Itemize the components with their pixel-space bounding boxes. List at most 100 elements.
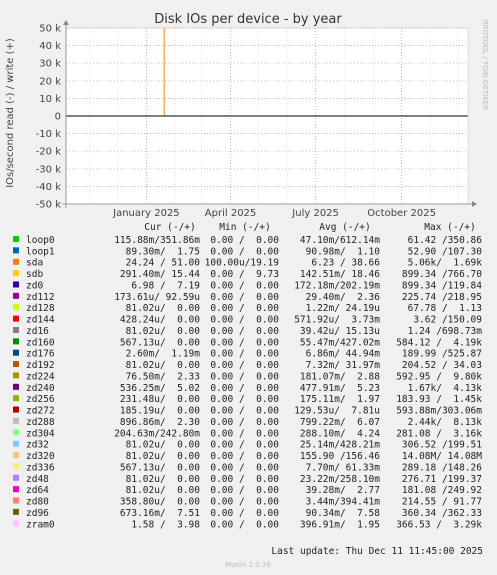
legend-cur-value: 1.58 / 3.98 bbox=[131, 519, 200, 530]
legend-min-value: 0.00 / 0.00 bbox=[210, 326, 279, 337]
legend-series-name: zram0 bbox=[26, 519, 55, 530]
chart-title: Disk IOs per device - by year bbox=[154, 12, 342, 27]
legend-cur-value: 536.25m/ 5.02 bbox=[120, 383, 200, 394]
legend-cur-value: 81.02u/ 0.00 bbox=[126, 451, 201, 462]
legend-max-value: 61.42 /350.86 bbox=[408, 235, 483, 246]
legend-series-name: zd224 bbox=[26, 371, 55, 382]
legend-swatch bbox=[13, 429, 19, 436]
legend-min-value: 0.00 / 0.00 bbox=[210, 497, 279, 508]
y-tick-label: 50 k bbox=[39, 24, 61, 35]
legend-series-name: zd160 bbox=[26, 337, 55, 348]
legend-max-value: 5.06k/ 1.69k bbox=[408, 258, 483, 269]
legend-series-name: zd0 bbox=[26, 280, 43, 291]
legend-max-value: 214.55 / 91.77 bbox=[402, 497, 482, 508]
legend-header-cell: Cur (-/+) bbox=[144, 222, 195, 233]
legend-cur-value: 81.02u/ 0.00 bbox=[126, 474, 201, 485]
legend-series-name: zd336 bbox=[26, 462, 55, 473]
legend-cur-value: 81.02u/ 0.00 bbox=[126, 440, 201, 451]
legend-max-value: 14.08M/ 14.08M bbox=[402, 451, 482, 462]
legend-header-cell: Max (-/+) bbox=[424, 222, 475, 233]
legend-series-name: zd272 bbox=[26, 406, 55, 417]
legend-series-name: zd176 bbox=[26, 349, 55, 360]
y-tick-label: -20 k bbox=[36, 147, 62, 158]
legend-min-value: 0.00 / 0.00 bbox=[210, 303, 279, 314]
legend-min-value: 0.00 / 0.00 bbox=[210, 440, 279, 451]
legend-series-name: zd288 bbox=[26, 417, 55, 428]
y-axis-label: IOs/second read (-) / write (+) bbox=[5, 38, 16, 188]
legend-swatch bbox=[13, 281, 19, 288]
legend-max-value: 899.34 /119.84 bbox=[402, 280, 482, 291]
legend-avg-value: 129.53u/ 7.81u bbox=[294, 406, 380, 417]
legend-avg-value: 47.10m/612.14m bbox=[300, 235, 380, 246]
legend-swatch bbox=[13, 304, 19, 311]
legend-max-value: 593.88m/303.06m bbox=[396, 406, 482, 417]
y-tick-label: 30 k bbox=[39, 59, 61, 70]
x-tick-label: October 2025 bbox=[367, 208, 436, 219]
legend-series-name: zd112 bbox=[26, 292, 55, 303]
legend-min-value: 0.00 / 0.00 bbox=[210, 428, 279, 439]
legend-cur-value: 567.13u/ 0.00 bbox=[120, 462, 200, 473]
legend-min-value: 0.00 / 0.00 bbox=[210, 315, 279, 326]
legend-avg-value: 7.70m/ 61.33m bbox=[306, 462, 381, 473]
legend-series-name: zd304 bbox=[26, 428, 55, 439]
legend-swatch bbox=[13, 463, 19, 470]
y-tick-label: 40 k bbox=[39, 41, 61, 52]
legend-avg-value: 90.34m/ 7.58 bbox=[306, 508, 381, 519]
legend-series-name: zd128 bbox=[26, 303, 55, 314]
legend-avg-value: 175.11m/ 1.97 bbox=[300, 394, 380, 405]
legend-cur-value: 115.88m/351.86m bbox=[114, 235, 200, 246]
legend-header-cell: Min (-/+) bbox=[219, 222, 270, 233]
legend-max-value: 1.67k/ 4.13k bbox=[408, 383, 483, 394]
legend-cur-value: 81.02u/ 0.00 bbox=[126, 326, 201, 337]
legend-cur-value: 173.61u/ 92.59u bbox=[114, 292, 200, 303]
legend-swatch bbox=[13, 486, 19, 493]
legend-swatch bbox=[13, 247, 19, 254]
y-tick-label: 20 k bbox=[39, 76, 61, 87]
legend-series-name: zd144 bbox=[26, 315, 55, 326]
legend-cur-value: 81.02u/ 0.00 bbox=[126, 485, 201, 496]
legend-max-value: 3.62 /150.09 bbox=[413, 315, 482, 326]
legend-avg-value: 7.32m/ 31.97m bbox=[306, 360, 381, 371]
legend-max-value: 584.12 / 4.19k bbox=[396, 337, 482, 348]
legend-swatch bbox=[13, 474, 19, 481]
legend-avg-value: 799.22m/ 6.07 bbox=[300, 417, 380, 428]
legend-max-value: 366.53 / 3.29k bbox=[396, 519, 482, 530]
legend-cur-value: 81.02u/ 0.00 bbox=[126, 303, 201, 314]
legend-swatch bbox=[13, 338, 19, 345]
legend-avg-value: 90.98m/ 1.10 bbox=[306, 246, 381, 257]
legend-swatch bbox=[13, 349, 19, 356]
legend-avg-value: 25.14m/428.21m bbox=[300, 440, 380, 451]
legend-max-value: 281.08 / 3.16k bbox=[396, 428, 482, 439]
legend-series-name: sda bbox=[26, 258, 43, 269]
legend-avg-value: 155.90 /156.46 bbox=[300, 451, 380, 462]
legend-swatch bbox=[13, 258, 19, 265]
legend-max-value: 2.44k/ 8.13k bbox=[408, 417, 483, 428]
legend-swatch bbox=[13, 395, 19, 402]
legend-max-value: 306.52 /199.51 bbox=[402, 440, 482, 451]
legend-cur-value: 567.13u/ 0.00 bbox=[120, 337, 200, 348]
rrdtool-credit: RRDTOOL / TOBI OETIKER bbox=[481, 20, 489, 110]
x-tick-label: July 2025 bbox=[291, 208, 339, 219]
legend-series-name: zd48 bbox=[26, 474, 49, 485]
legend-swatch bbox=[13, 326, 19, 333]
y-tick-label: -40 k bbox=[36, 182, 62, 193]
legend-max-value: 189.99 /525.87 bbox=[402, 349, 482, 360]
legend-min-value: 0.00 / 0.00 bbox=[210, 394, 279, 405]
legend-min-value: 0.00 / 0.00 bbox=[210, 371, 279, 382]
legend-max-value: 1.24 /698.73m bbox=[408, 326, 483, 337]
legend-series-name: loop0 bbox=[26, 235, 55, 246]
legend-min-value: 0.00 / 0.00 bbox=[210, 383, 279, 394]
legend-cur-value: 231.48u/ 0.00 bbox=[120, 394, 200, 405]
legend-swatch bbox=[13, 508, 19, 515]
x-tick-label: January 2025 bbox=[112, 208, 180, 219]
x-tick-label: April 2025 bbox=[205, 208, 256, 219]
legend-cur-value: 2.60m/ 1.19m bbox=[126, 349, 201, 360]
legend-series-name: loop1 bbox=[26, 246, 55, 257]
legend-min-value: 0.00 / 0.00 bbox=[210, 485, 279, 496]
legend-series-name: zd240 bbox=[26, 383, 55, 394]
legend-min-value: 0.00 / 0.00 bbox=[210, 349, 279, 360]
legend-swatch bbox=[13, 520, 19, 527]
legend-series-name: zd32 bbox=[26, 440, 49, 451]
legend-cur-value: 6.98 / 7.19 bbox=[131, 280, 200, 291]
legend-min-value: 100.00u/19.19 bbox=[205, 258, 280, 269]
